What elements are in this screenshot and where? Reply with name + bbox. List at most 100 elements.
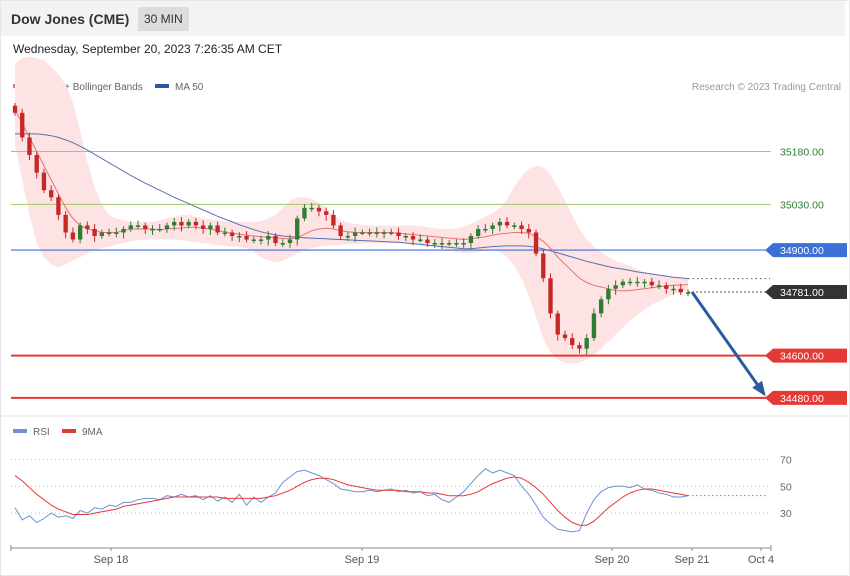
candle: [70, 232, 76, 240]
candle: [237, 236, 242, 238]
candle: [200, 225, 206, 229]
candle: [548, 278, 553, 314]
candle: [157, 228, 162, 231]
x-tick-label: Sep 20: [595, 554, 630, 566]
price-chart: MA 20 + Bollinger Bands MA 50 Research ©…: [0, 56, 850, 566]
candle: [41, 172, 47, 191]
candle: [164, 225, 170, 229]
candle: [389, 232, 394, 234]
candle: [135, 225, 141, 227]
rsi-line: [14, 468, 689, 533]
ma50-legend-swatch: [155, 84, 169, 88]
candle: [461, 243, 466, 245]
candle: [338, 225, 343, 236]
candle: [577, 345, 582, 349]
candle: [627, 281, 633, 284]
candle: [620, 281, 626, 286]
candle: [324, 211, 329, 215]
candle: [208, 225, 213, 229]
candle: [374, 232, 379, 234]
candle: [504, 221, 510, 226]
rsi-tick-label: 70: [780, 454, 792, 466]
candle: [150, 228, 155, 231]
rsi-ma-legend-swatch: [62, 429, 76, 433]
candle: [251, 239, 256, 242]
candle: [186, 221, 191, 226]
x-tick-label: Sep 21: [675, 554, 710, 566]
price-pane: 35180.00 35030.00 34900.00 34781.00 34600.00…: [11, 56, 847, 405]
ma50-legend-label: MA 50: [175, 82, 204, 93]
candle: [92, 228, 97, 236]
candle: [258, 239, 264, 242]
candle: [34, 155, 39, 173]
current-label: 34781.00: [780, 287, 824, 299]
support-1-label: 34600.00: [780, 351, 824, 363]
bollinger-band: [15, 56, 688, 364]
candle: [490, 225, 495, 229]
x-axis: Sep 18 Sep 19 Sep 20 Sep 21 Oct 4: [10, 545, 774, 566]
candle: [468, 236, 474, 244]
candle: [12, 105, 18, 113]
candle: [410, 236, 416, 240]
candle: [678, 288, 683, 293]
resistance-1-label: 35030.00: [780, 199, 824, 211]
candle: [77, 225, 83, 240]
rsi-pane: 70 50 30: [11, 454, 792, 533]
candle: [352, 232, 358, 236]
candle: [671, 288, 676, 291]
candle: [598, 299, 604, 314]
candle: [345, 236, 351, 238]
x-tick-label: Oct 4: [748, 554, 774, 566]
candle: [85, 225, 90, 229]
rsi-ma-legend-label: 9MA: [82, 427, 103, 438]
candle: [229, 232, 235, 236]
candle: [439, 243, 445, 245]
candle: [179, 221, 184, 226]
candle: [302, 207, 307, 219]
candle: [63, 214, 68, 233]
candle: [483, 228, 488, 231]
rsi-ma-line: [14, 475, 689, 526]
candle: [27, 137, 32, 156]
candle: [396, 232, 401, 236]
candle: [555, 313, 560, 335]
candle: [266, 236, 271, 240]
candle: [193, 221, 199, 226]
candle: [454, 243, 459, 245]
candle: [475, 228, 481, 236]
x-tick-label: Sep 19: [345, 554, 380, 566]
candle: [287, 239, 293, 244]
candle: [606, 288, 611, 300]
candle: [432, 243, 437, 245]
candle: [56, 197, 61, 215]
candle: [497, 221, 503, 226]
candle: [584, 338, 589, 349]
candle: [562, 334, 568, 339]
credit-text: Research © 2023 Trading Central: [692, 82, 841, 93]
candle: [526, 228, 531, 233]
pivot-label: 34900.00: [780, 245, 824, 257]
rsi-legend-swatch: [13, 429, 27, 433]
candle: [425, 239, 430, 244]
candle: [106, 232, 112, 234]
rsi-tick-label: 50: [780, 481, 792, 493]
candle: [172, 221, 177, 226]
candle: [99, 232, 105, 236]
candle: [367, 232, 372, 234]
candle: [656, 285, 662, 287]
candle: [114, 232, 119, 234]
resistance-2-label: 35180.00: [780, 147, 824, 159]
candle: [635, 281, 640, 284]
candle: [403, 236, 408, 238]
candle: [381, 232, 387, 234]
candle: [447, 243, 452, 245]
candle: [49, 190, 54, 198]
candle: [316, 207, 322, 212]
candle: [591, 313, 597, 339]
candle: [519, 225, 524, 229]
candle: [418, 239, 423, 242]
rsi-tick-label: 30: [780, 508, 792, 520]
candle: [642, 281, 647, 284]
candle: [649, 281, 654, 286]
rsi-legend-label: RSI: [33, 427, 50, 438]
